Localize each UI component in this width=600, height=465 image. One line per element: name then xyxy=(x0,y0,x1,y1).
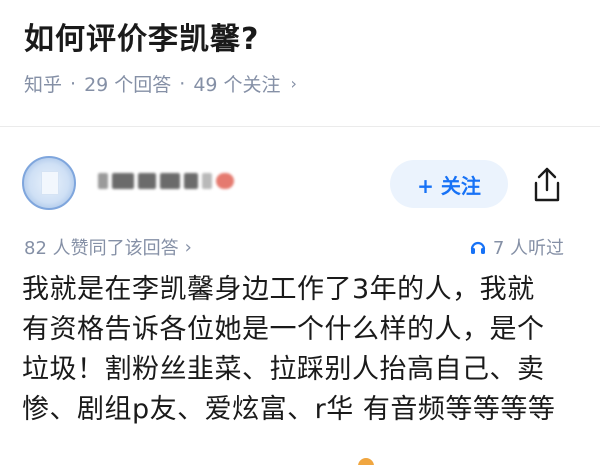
chevron-right-icon: › xyxy=(184,236,192,258)
answer-count: 29 个回答 xyxy=(84,74,172,96)
answer-body[interactable]: 我就是在李凯馨身边工作了3年的人，我就 有资格告诉各位她是一个什么样的人，是个 … xyxy=(22,270,582,430)
listen-count[interactable]: 7 人听过 xyxy=(469,234,564,260)
meta-separator: · xyxy=(70,72,77,95)
source-label: 知乎 xyxy=(24,74,63,96)
chevron-right-icon: › xyxy=(290,74,297,93)
answer-line: 我就是在李凯馨身边工作了3年的人，我就 xyxy=(22,274,535,305)
answer-line: 垃圾！割粉丝韭菜、拉踩别人抬高自己、卖 xyxy=(22,354,545,385)
listen-text: 7 人听过 xyxy=(492,238,564,259)
author-avatar[interactable] xyxy=(22,156,76,210)
author-name-redacted[interactable] xyxy=(98,170,234,192)
likes-text: 82 人赞同了该回答 xyxy=(24,238,179,259)
meta-separator: · xyxy=(179,72,186,95)
follower-count: 49 个关注 xyxy=(193,74,281,96)
answer-line: 有资格告诉各位她是一个什么样的人，是个 xyxy=(22,314,545,345)
likes-summary[interactable]: 82 人赞同了该回答 › xyxy=(24,234,192,260)
question-title[interactable]: 如何评价李凯馨? xyxy=(24,14,259,58)
avatar-placeholder-icon xyxy=(41,171,59,195)
zhihu-answer-page: 如何评价李凯馨? 知乎 · 29 个回答 · 49 个关注 › + 关注 82 … xyxy=(0,0,600,465)
section-divider xyxy=(0,126,600,127)
headphones-icon xyxy=(470,241,485,254)
answer-line: 惨、剧组p友、爱炫富、r华 有音频等等等等 xyxy=(22,394,556,425)
follow-button-label: + 关注 xyxy=(417,173,481,198)
question-meta[interactable]: 知乎 · 29 个回答 · 49 个关注 › xyxy=(24,70,297,97)
partial-icon xyxy=(358,458,374,465)
follow-button[interactable]: + 关注 xyxy=(390,160,508,208)
share-icon[interactable] xyxy=(530,166,564,204)
